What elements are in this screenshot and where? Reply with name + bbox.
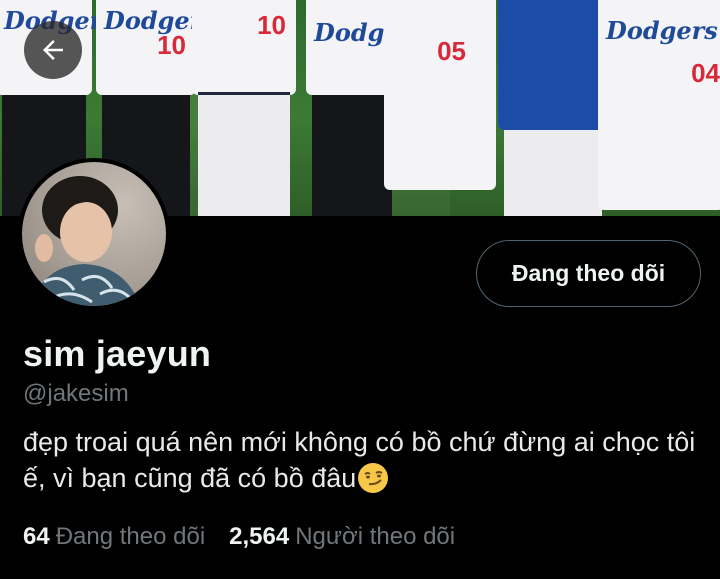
- pants: [312, 95, 392, 216]
- banner-player: 05: [384, 0, 496, 216]
- pants: [198, 95, 290, 216]
- jersey: [498, 0, 608, 130]
- pants: [504, 130, 602, 216]
- banner-player: Dodgers 04: [598, 0, 720, 216]
- jersey-number: 10: [157, 30, 186, 60]
- back-button[interactable]: [24, 21, 82, 79]
- jersey-number: 10: [257, 10, 286, 40]
- jersey-number: 04: [691, 58, 720, 88]
- avatar-photo: [22, 162, 166, 306]
- jersey-number: 05: [437, 36, 466, 66]
- following-count: 64: [23, 523, 50, 550]
- display-name: sim jaeyun: [23, 333, 212, 374]
- jersey: Dodgers 04: [598, 0, 720, 210]
- jersey: Dodgers 10: [96, 0, 216, 95]
- followers-count: 2,564: [229, 523, 290, 550]
- profile-avatar[interactable]: [18, 158, 170, 310]
- banner-player: 10: [192, 0, 296, 216]
- jersey: 05: [384, 0, 496, 190]
- followers-label: Người theo dõi: [295, 523, 456, 550]
- jersey-script: Dodgers: [606, 16, 718, 45]
- following-label: Đang theo dõi: [55, 523, 206, 550]
- smirking-face-emoji: [358, 463, 389, 493]
- user-handle: @jakesim: [23, 380, 129, 407]
- following-button[interactable]: Đang theo dõi: [476, 240, 701, 307]
- followers-stat[interactable]: 2,564 Người theo dõi: [229, 523, 455, 551]
- avatar-portrait: [32, 176, 140, 306]
- profile-stats: 64 Đang theo dõi 2,564 Người theo dõi: [23, 523, 455, 551]
- jersey: 10: [192, 0, 296, 95]
- banner-player: [498, 0, 608, 216]
- following-stat[interactable]: 64 Đang theo dõi: [23, 523, 205, 551]
- profile-bio: đẹp troai quá nên mới không có bồ chứ đừ…: [23, 424, 703, 496]
- arrow-left-icon: [43, 40, 63, 60]
